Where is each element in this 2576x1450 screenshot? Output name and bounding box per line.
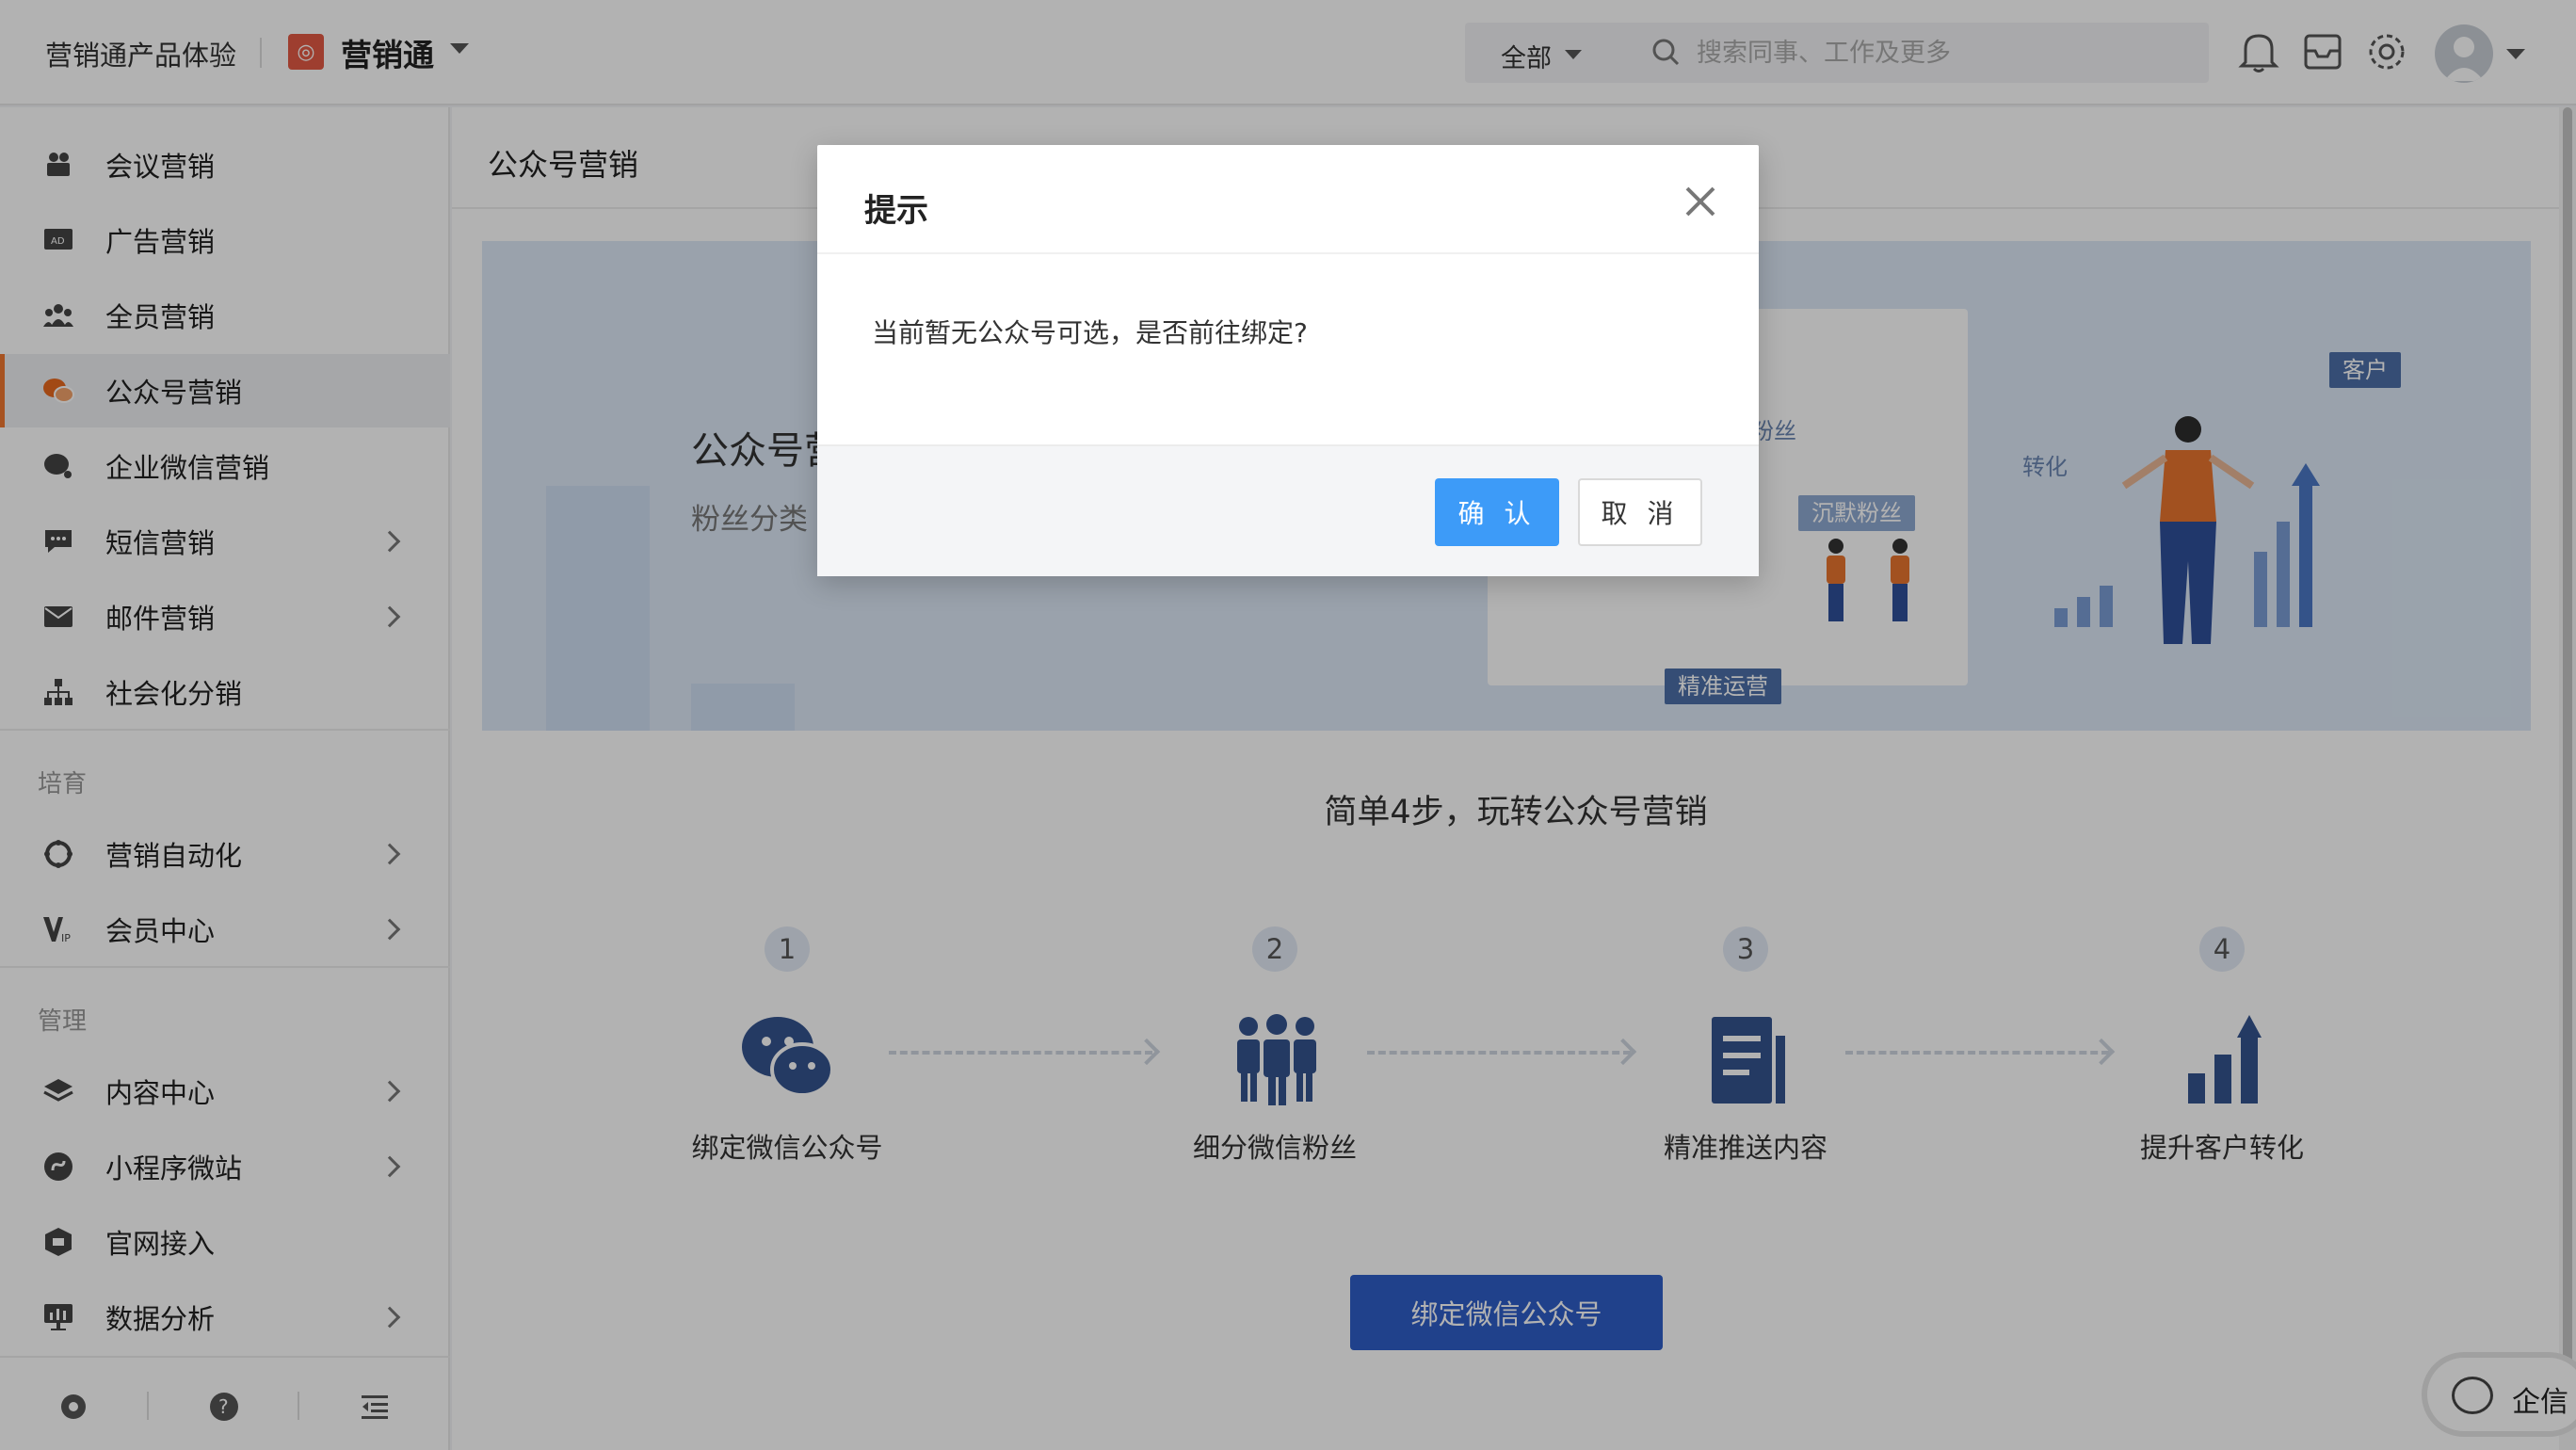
dialog-title: 提示 bbox=[864, 192, 928, 230]
dialog-message: 当前暂无公众号可选，是否前往绑定? bbox=[872, 317, 1308, 348]
cancel-button[interactable]: 取 消 bbox=[1578, 478, 1702, 546]
dialog-header: 提示 bbox=[817, 145, 1759, 254]
confirm-button[interactable]: 确 认 bbox=[1435, 478, 1559, 546]
prompt-dialog: 提示 当前暂无公众号可选，是否前往绑定? 确 认 取 消 bbox=[817, 145, 1759, 576]
close-icon[interactable] bbox=[1682, 183, 1719, 220]
dialog-footer: 确 认 取 消 bbox=[817, 444, 1759, 576]
